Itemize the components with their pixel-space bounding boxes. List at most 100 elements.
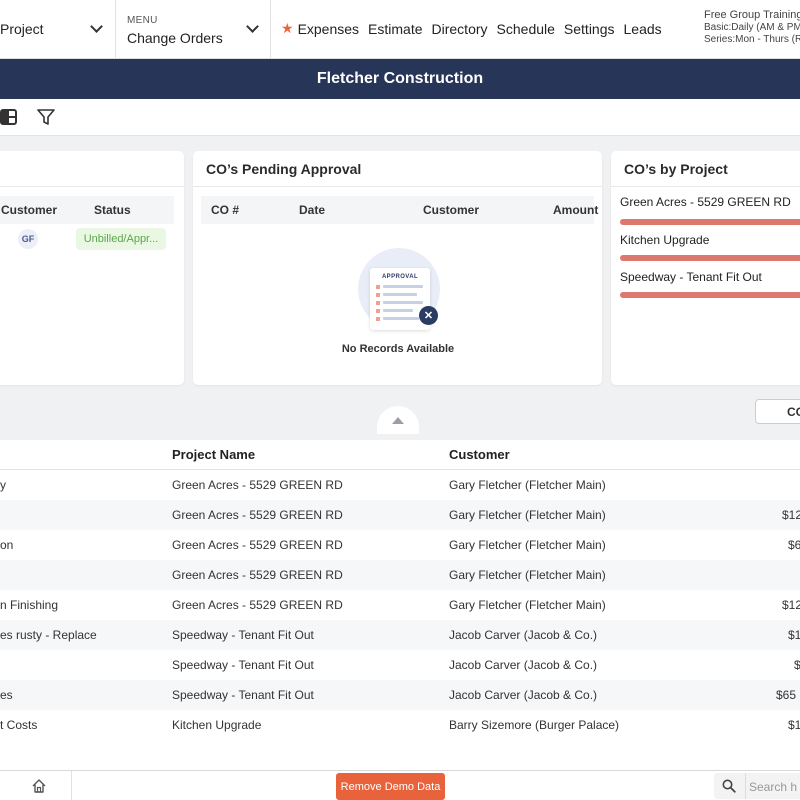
collapse-panel-button[interactable] [377,406,419,434]
quick-links: ★ Expenses Estimate Directory Schedule S… [281,20,671,37]
card-divider [193,186,602,187]
cell-amount: $12 [782,508,800,522]
column-customer[interactable]: Customer [449,447,510,462]
cell-project: Green Acres - 5529 GREEN RD [172,538,343,552]
table-row[interactable]: n Finishing Green Acres - 5529 GREEN RD … [0,590,800,620]
table-row[interactable]: on Green Acres - 5529 GREEN RD Gary Flet… [0,530,800,560]
cell-customer: Barry Sizemore (Burger Palace) [449,718,620,732]
quick-link-settings[interactable]: Settings [564,21,615,37]
quick-link-directory[interactable]: Directory [432,21,488,37]
quick-link-schedule[interactable]: Schedule [497,21,555,37]
training-promo[interactable]: Free Group Training Basic:Daily (AM & PM… [704,9,800,45]
table-row[interactable]: Speedway - Tenant Fit Out Jacob Carver (… [0,650,800,680]
promo-title: Free Group Training [704,9,800,21]
cell-project: Green Acres - 5529 GREEN RD [172,598,343,612]
table-row[interactable]: t Costs Kitchen Upgrade Barry Sizemore (… [0,710,800,740]
cell-project: Green Acres - 5529 GREEN RD [172,508,343,522]
cell-title: n Finishing [0,598,59,612]
search-input[interactable]: Search h [714,773,800,799]
menu-selector[interactable]: MENU Change Orders [116,0,271,59]
cell-project: Speedway - Tenant Fit Out [172,658,314,672]
cell-title: y [0,478,6,492]
card-divider [0,186,184,187]
cell-title: es rusty - Replace [0,628,97,642]
table-header: Project Name Customer [0,440,800,470]
card-title: CO’s by Project [624,161,728,177]
filter-icon[interactable] [37,109,55,126]
cell-project: Green Acres - 5529 GREEN RD [172,568,343,582]
menu-caption: MENU [127,15,158,26]
cell-customer: Jacob Carver (Jacob & Co.) [449,658,598,672]
promo-line-basic: Basic:Daily (AM & PM) [704,22,800,33]
star-icon[interactable]: ★ [281,20,294,37]
cell-customer: Gary Fletcher (Fletcher Main) [449,508,606,522]
co-button[interactable]: CO [755,399,800,424]
project-label: Green Acres - 5529 GREEN RD [620,195,791,209]
cos-by-project-card: CO’s by Project Green Acres - 5529 GREEN… [611,151,800,385]
project-bar[interactable] [620,292,800,298]
search-divider [745,773,746,799]
project-label: Kitchen Upgrade [620,233,710,247]
column-project-name[interactable]: Project Name [172,447,255,462]
cell-customer: Jacob Carver (Jacob & Co.) [449,628,598,642]
cell-project: Speedway - Tenant Fit Out [172,688,314,702]
project-label: Speedway - Tenant Fit Out [620,270,762,284]
column-amount[interactable]: Amount [553,203,598,217]
project-selector[interactable]: Project [0,0,116,59]
cell-customer: Gary Fletcher (Fletcher Main) [449,598,606,612]
pending-approval-card: CO’s Pending Approval CO # Date Customer… [193,151,602,385]
cell-amount: $1 [788,628,800,642]
cell-project: Green Acres - 5529 GREEN RD [172,478,343,492]
column-status: Status [94,203,131,217]
footer-bar: Remove Demo Data Search h [0,770,800,800]
home-button[interactable] [0,771,72,800]
avatar: GF [18,229,38,249]
quick-link-estimate[interactable]: Estimate [368,21,422,37]
cell-amount: $ [794,658,800,672]
toolbar [0,99,800,136]
top-navigation: Project MENU Change Orders ★ Expenses Es… [0,0,800,59]
cell-project: Kitchen Upgrade [172,718,262,732]
cell-customer: Gary Fletcher (Fletcher Main) [449,568,606,582]
chevron-down-icon [246,20,259,33]
quick-link-leads[interactable]: Leads [624,21,662,37]
table-row[interactable]: y Green Acres - 5529 GREEN RD Gary Fletc… [0,470,800,500]
search-icon [722,779,736,793]
cell-amount: $1 [788,718,800,732]
table-header: Customer Status [0,196,174,224]
quick-link-expenses[interactable]: Expenses [298,21,359,37]
menu-current-page: Change Orders [127,30,223,46]
column-customer: Customer [1,203,58,217]
cell-title: t Costs [0,718,38,732]
cell-title: es [0,688,13,702]
change-orders-card: Customer Status GF Unbilled/Appr... [0,151,184,385]
table-row[interactable]: Green Acres - 5529 GREEN RD Gary Fletche… [0,560,800,590]
empty-state-text: No Records Available [341,343,455,355]
table-row[interactable]: es Speedway - Tenant Fit Out Jacob Carve… [0,680,800,710]
promo-line-series: Series:Mon - Thurs (R [704,34,800,45]
project-bar[interactable] [620,255,800,261]
search-placeholder: Search h [749,780,798,794]
column-customer[interactable]: Customer [423,203,479,217]
card-divider [611,186,800,187]
cell-amount: $12 [782,598,800,612]
column-date[interactable]: Date [299,203,325,217]
cell-amount: $65 [776,688,797,702]
page-title: Fletcher Construction [316,70,484,87]
status-badge: Unbilled/Appr... [76,228,166,250]
table-row[interactable]: Green Acres - 5529 GREEN RD Gary Fletche… [0,500,800,530]
column-co-number[interactable]: CO # [211,203,239,217]
card-title: CO’s Pending Approval [206,161,362,177]
cell-customer: Gary Fletcher (Fletcher Main) [449,538,606,552]
cell-customer: Gary Fletcher (Fletcher Main) [449,478,606,492]
table-row[interactable]: es rusty - Replace Speedway - Tenant Fit… [0,620,800,650]
cell-customer: Jacob Carver (Jacob & Co.) [449,688,598,702]
project-selector-label: Project [0,21,44,37]
close-icon: ✕ [419,306,438,325]
cell-title: on [0,538,14,552]
company-title-bar: Fletcher Construction [0,59,800,99]
project-bar[interactable] [620,219,800,225]
cell-project: Speedway - Tenant Fit Out [172,628,314,642]
layout-icon[interactable] [0,109,18,125]
remove-demo-data-button[interactable]: Remove Demo Data [336,773,445,800]
